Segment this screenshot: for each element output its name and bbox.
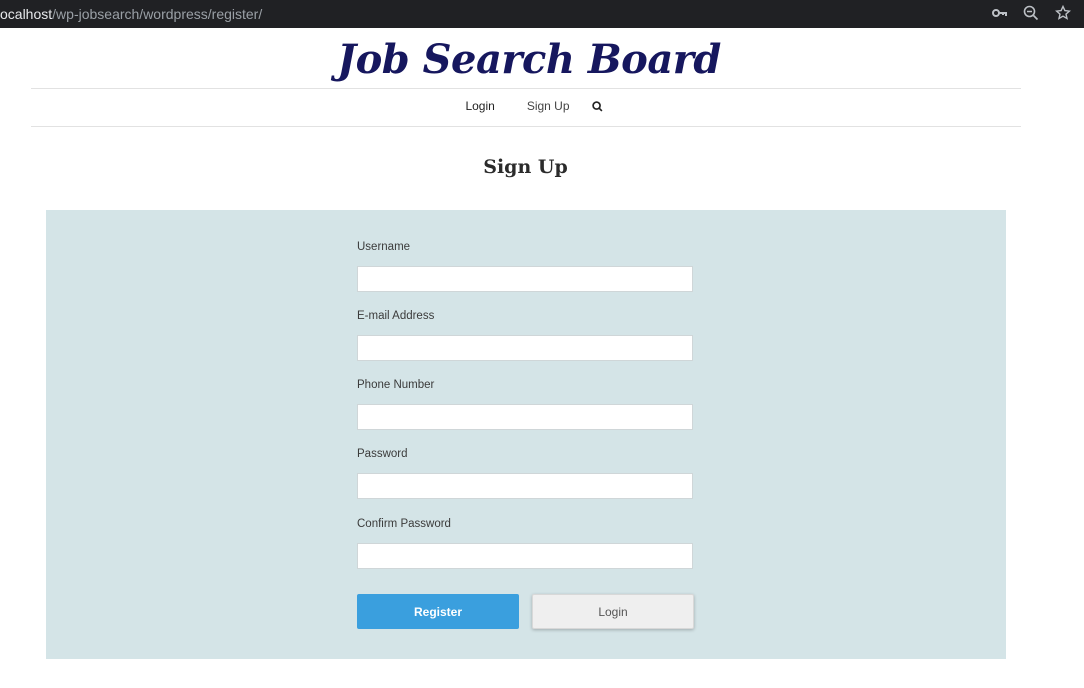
star-icon[interactable]	[1054, 4, 1072, 22]
email-field[interactable]	[357, 335, 693, 361]
header-divider-top	[31, 88, 1021, 89]
browser-toolbar: ocalhost/wp-jobsearch/wordpress/register…	[0, 0, 1084, 28]
header-divider-bottom	[31, 126, 1021, 127]
password-field[interactable]	[357, 473, 693, 499]
search-icon[interactable]	[586, 100, 609, 112]
nav-login-link[interactable]: Login	[449, 97, 510, 115]
email-label: E-mail Address	[357, 310, 435, 322]
username-field[interactable]	[357, 266, 693, 292]
register-button[interactable]: Register	[357, 594, 519, 629]
page-title: Sign Up	[483, 156, 568, 178]
url-host: ocalhost	[0, 6, 53, 22]
nav-signup-link[interactable]: Sign Up	[511, 97, 586, 115]
signup-form-panel: Username E-mail Address Phone Number Pas…	[46, 210, 1006, 659]
address-bar[interactable]: ocalhost/wp-jobsearch/wordpress/register…	[0, 5, 262, 23]
key-icon[interactable]	[990, 4, 1008, 22]
confirm-password-label: Confirm Password	[357, 518, 451, 530]
phone-label: Phone Number	[357, 379, 435, 391]
username-label: Username	[357, 241, 411, 253]
url-path: /wp-jobsearch/wordpress/register/	[52, 6, 263, 22]
site-logo-title[interactable]: Job Search Board	[0, 34, 1058, 86]
password-label: Password	[357, 448, 408, 460]
phone-field[interactable]	[357, 404, 693, 430]
login-button[interactable]: Login	[532, 594, 694, 629]
confirm-password-field[interactable]	[357, 543, 693, 569]
main-nav: Login Sign Up	[0, 97, 1058, 115]
zoom-out-icon[interactable]	[1022, 4, 1040, 22]
